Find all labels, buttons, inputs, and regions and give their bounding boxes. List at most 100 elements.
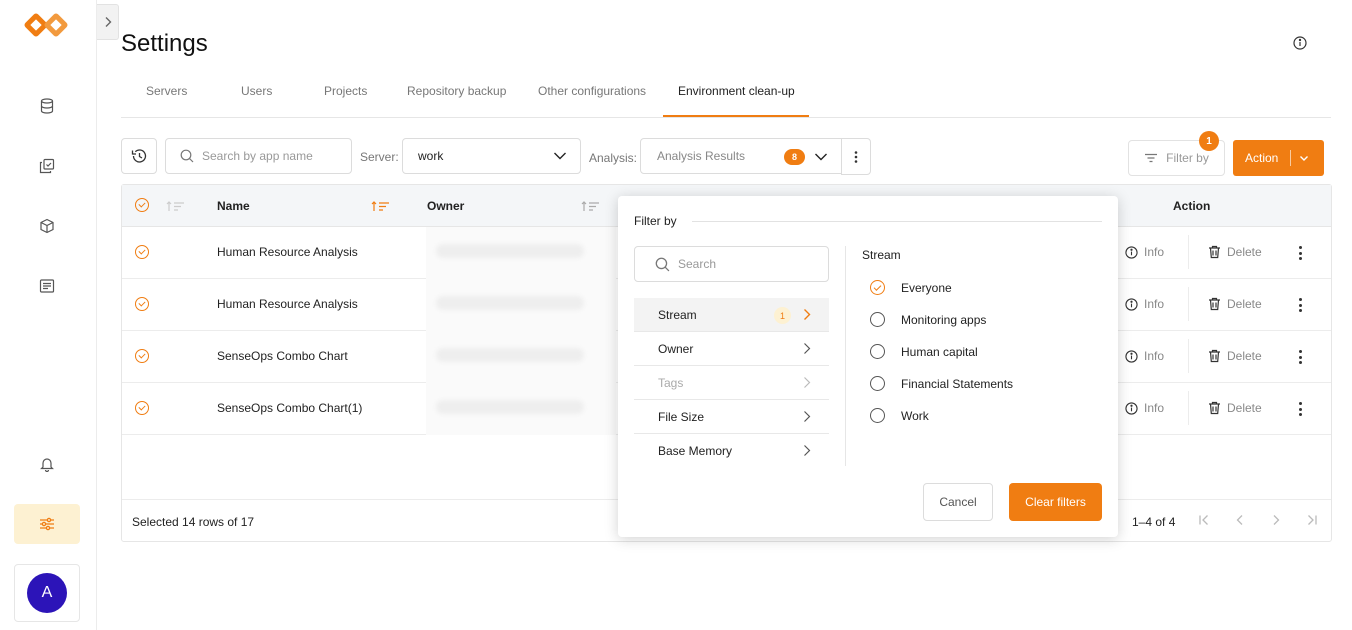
- page-title: Settings: [121, 30, 208, 57]
- row-more-button[interactable]: [1294, 245, 1306, 261]
- action-divider: [1188, 235, 1189, 269]
- last-page-icon[interactable]: [1306, 514, 1318, 526]
- cancel-button[interactable]: Cancel: [923, 483, 993, 521]
- active-tab-indicator: [663, 115, 809, 117]
- radio[interactable]: [870, 376, 885, 391]
- bell-icon[interactable]: [38, 455, 56, 473]
- brand-logo-icon[interactable]: [24, 12, 70, 40]
- tab-environment-clean-up[interactable]: Environment clean-up: [678, 84, 795, 98]
- column-owner[interactable]: Owner: [427, 199, 464, 213]
- previous-page-icon[interactable]: [1234, 514, 1246, 526]
- stream-option-human-capital[interactable]: Human capital: [870, 344, 978, 359]
- radio[interactable]: [870, 408, 885, 423]
- settings-sliders-icon: [40, 517, 54, 531]
- row-more-button[interactable]: [1294, 349, 1306, 365]
- owner-redacted: [426, 383, 616, 435]
- owner-redacted: [426, 227, 616, 279]
- user-menu[interactable]: A: [14, 564, 80, 622]
- app-name: SenseOps Combo Chart: [217, 349, 348, 363]
- expand-rail-button[interactable]: [97, 4, 119, 40]
- first-page-icon[interactable]: [1198, 514, 1210, 526]
- package-icon[interactable]: [38, 217, 56, 235]
- category-count-badge: 1: [774, 307, 791, 324]
- app-name: SenseOps Combo Chart(1): [217, 401, 363, 415]
- delete-label: Delete: [1227, 349, 1262, 363]
- tab-other-configurations[interactable]: Other configurations: [538, 84, 646, 98]
- tab-repository-backup[interactable]: Repository backup: [407, 84, 506, 98]
- tab-users[interactable]: Users: [241, 84, 272, 98]
- stream-option-work[interactable]: Work: [870, 408, 929, 423]
- info-button[interactable]: Info: [1125, 401, 1164, 415]
- analysis-select[interactable]: Analysis Results 8: [640, 138, 842, 174]
- stream-option-monitoring-apps[interactable]: Monitoring apps: [870, 312, 986, 327]
- filter-category-stream[interactable]: Stream 1: [634, 298, 829, 332]
- filter-category-base-memory[interactable]: Base Memory: [634, 434, 829, 468]
- chevron-down-icon: [1300, 155, 1309, 161]
- filter-search-input[interactable]: [678, 257, 818, 271]
- filter-popover: Filter by Stream 1 Owner Tags File Size …: [618, 196, 1118, 537]
- row-more-button[interactable]: [1294, 297, 1306, 313]
- delete-button[interactable]: Delete: [1208, 349, 1262, 363]
- info-icon[interactable]: [1293, 36, 1307, 50]
- info-button[interactable]: Info: [1125, 297, 1164, 311]
- radio[interactable]: [870, 312, 885, 327]
- server-label: Server:: [360, 150, 399, 164]
- trash-icon: [1209, 245, 1220, 259]
- delete-button[interactable]: Delete: [1208, 401, 1262, 415]
- server-select[interactable]: work: [402, 138, 581, 174]
- tab-projects[interactable]: Projects: [324, 84, 367, 98]
- stream-option-everyone[interactable]: Everyone: [870, 280, 952, 295]
- chevron-right-icon: [804, 309, 811, 320]
- stream-options-title: Stream: [862, 248, 901, 262]
- option-label: Work: [901, 408, 929, 423]
- column-name[interactable]: Name: [217, 199, 250, 213]
- filter-category-owner[interactable]: Owner: [634, 332, 829, 366]
- row-more-button[interactable]: [1294, 401, 1306, 417]
- category-label: Stream: [658, 307, 697, 322]
- select-all-checkbox[interactable]: [135, 198, 149, 212]
- tab-servers[interactable]: Servers: [146, 84, 187, 98]
- info-icon: [1125, 297, 1138, 311]
- row-checkbox[interactable]: [135, 349, 149, 363]
- sort-icon[interactable]: [581, 200, 601, 212]
- report-icon[interactable]: [38, 277, 56, 295]
- delete-button[interactable]: Delete: [1208, 297, 1262, 311]
- database-icon[interactable]: [38, 97, 56, 115]
- info-button[interactable]: Info: [1125, 349, 1164, 363]
- clear-filters-button[interactable]: Clear filters: [1009, 483, 1102, 521]
- settings-tabs: Servers Users Projects Repository backup…: [121, 70, 1331, 118]
- history-button[interactable]: [121, 138, 157, 174]
- apps-icon[interactable]: [38, 157, 56, 175]
- row-checkbox[interactable]: [135, 297, 149, 311]
- action-divider: [1188, 339, 1189, 373]
- row-checkbox[interactable]: [135, 401, 149, 415]
- filter-category-tags[interactable]: Tags: [634, 366, 829, 400]
- row-checkbox[interactable]: [135, 245, 149, 259]
- analysis-value: Analysis Results: [657, 149, 746, 163]
- info-button[interactable]: Info: [1125, 245, 1164, 259]
- info-label: Info: [1144, 245, 1165, 259]
- category-label: Tags: [658, 375, 684, 390]
- action-divider: [1188, 287, 1189, 321]
- settings-nav-item[interactable]: [14, 504, 80, 544]
- trash-icon: [1209, 401, 1220, 415]
- radio[interactable]: [870, 344, 885, 359]
- analysis-count-badge: 8: [784, 149, 805, 165]
- pagination-range: 1–4 of 4: [1132, 515, 1176, 529]
- popover-title: Filter by: [634, 214, 677, 228]
- popover-divider: [692, 221, 1102, 222]
- chevron-right-icon: [804, 445, 811, 456]
- analysis-more-button[interactable]: [841, 138, 871, 175]
- sort-icon[interactable]: [166, 200, 186, 212]
- delete-button[interactable]: Delete: [1208, 245, 1262, 259]
- chevron-right-icon: [804, 377, 811, 388]
- delete-label: Delete: [1227, 245, 1262, 259]
- search-input[interactable]: [202, 149, 342, 163]
- next-page-icon[interactable]: [1270, 514, 1282, 526]
- stream-option-financial-statements[interactable]: Financial Statements: [870, 376, 1013, 391]
- sort-ascending-icon[interactable]: [371, 200, 391, 212]
- filter-category-file-size[interactable]: File Size: [634, 400, 829, 434]
- action-dropdown-button[interactable]: Action: [1233, 140, 1324, 176]
- radio-selected[interactable]: [870, 280, 885, 295]
- server-value: work: [418, 149, 444, 163]
